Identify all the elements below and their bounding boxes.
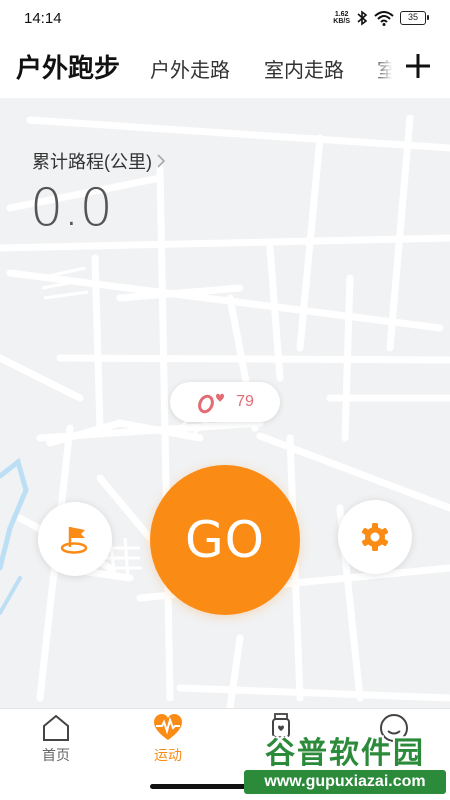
flag-icon <box>60 527 88 554</box>
heart-rate-value: 79 <box>236 393 254 410</box>
total-distance-value: 0.0 <box>30 178 113 238</box>
watermark-url: www.gupuxiazai.com <box>244 770 446 794</box>
network-speed-value: 1.62 <box>334 11 349 18</box>
gear-icon <box>361 523 389 551</box>
tab-indoor-walking[interactable]: 室内走路 <box>264 54 344 83</box>
map-view[interactable]: 累计路程(公里) 0.0 79 GO <box>0 98 450 708</box>
status-time: 14:14 <box>24 10 62 27</box>
chevron-right-icon <box>157 154 166 168</box>
network-speed-unit: KB/S <box>333 18 350 25</box>
go-label: GO <box>184 511 266 569</box>
wifi-icon <box>374 11 394 26</box>
settings-button[interactable] <box>338 500 412 574</box>
watermark: 谷普软件园 www.gupuxiazai.com <box>244 728 446 794</box>
bluetooth-icon <box>357 10 368 26</box>
tabs-fade <box>372 36 398 98</box>
flag-button[interactable] <box>38 502 112 576</box>
heart-band-icon <box>198 393 225 414</box>
status-bar: 14:14 1.62 KB/S 35 <box>0 0 450 36</box>
sport-type-tabs: 户外跑步 户外走路 室内走路 室 <box>0 36 450 98</box>
tab-outdoor-running[interactable]: 户外跑步 <box>16 48 120 85</box>
nav-sport-label: 运动 <box>154 747 182 763</box>
nav-sport[interactable]: 运动 <box>112 709 224 779</box>
battery-level: 35 <box>407 12 418 22</box>
go-button[interactable]: GO <box>150 465 300 615</box>
tab-outdoor-walking[interactable]: 户外走路 <box>150 54 230 83</box>
plus-icon[interactable] <box>398 46 438 86</box>
total-distance-label: 累计路程(公里) <box>32 152 152 172</box>
nav-home[interactable]: 首页 <box>0 709 112 779</box>
watermark-title: 谷普软件园 <box>265 737 425 770</box>
heart-rate-badge[interactable]: 79 <box>170 382 280 422</box>
status-icons: 1.62 KB/S 35 <box>333 8 429 28</box>
total-distance-link[interactable]: 累计路程(公里) <box>32 148 166 174</box>
battery-icon: 35 <box>400 11 429 25</box>
home-icon <box>43 714 69 741</box>
heart-pulse-icon <box>154 714 182 740</box>
river <box>0 457 29 571</box>
network-speed: 1.62 KB/S <box>333 11 350 25</box>
nav-home-label: 首页 <box>42 747 70 763</box>
